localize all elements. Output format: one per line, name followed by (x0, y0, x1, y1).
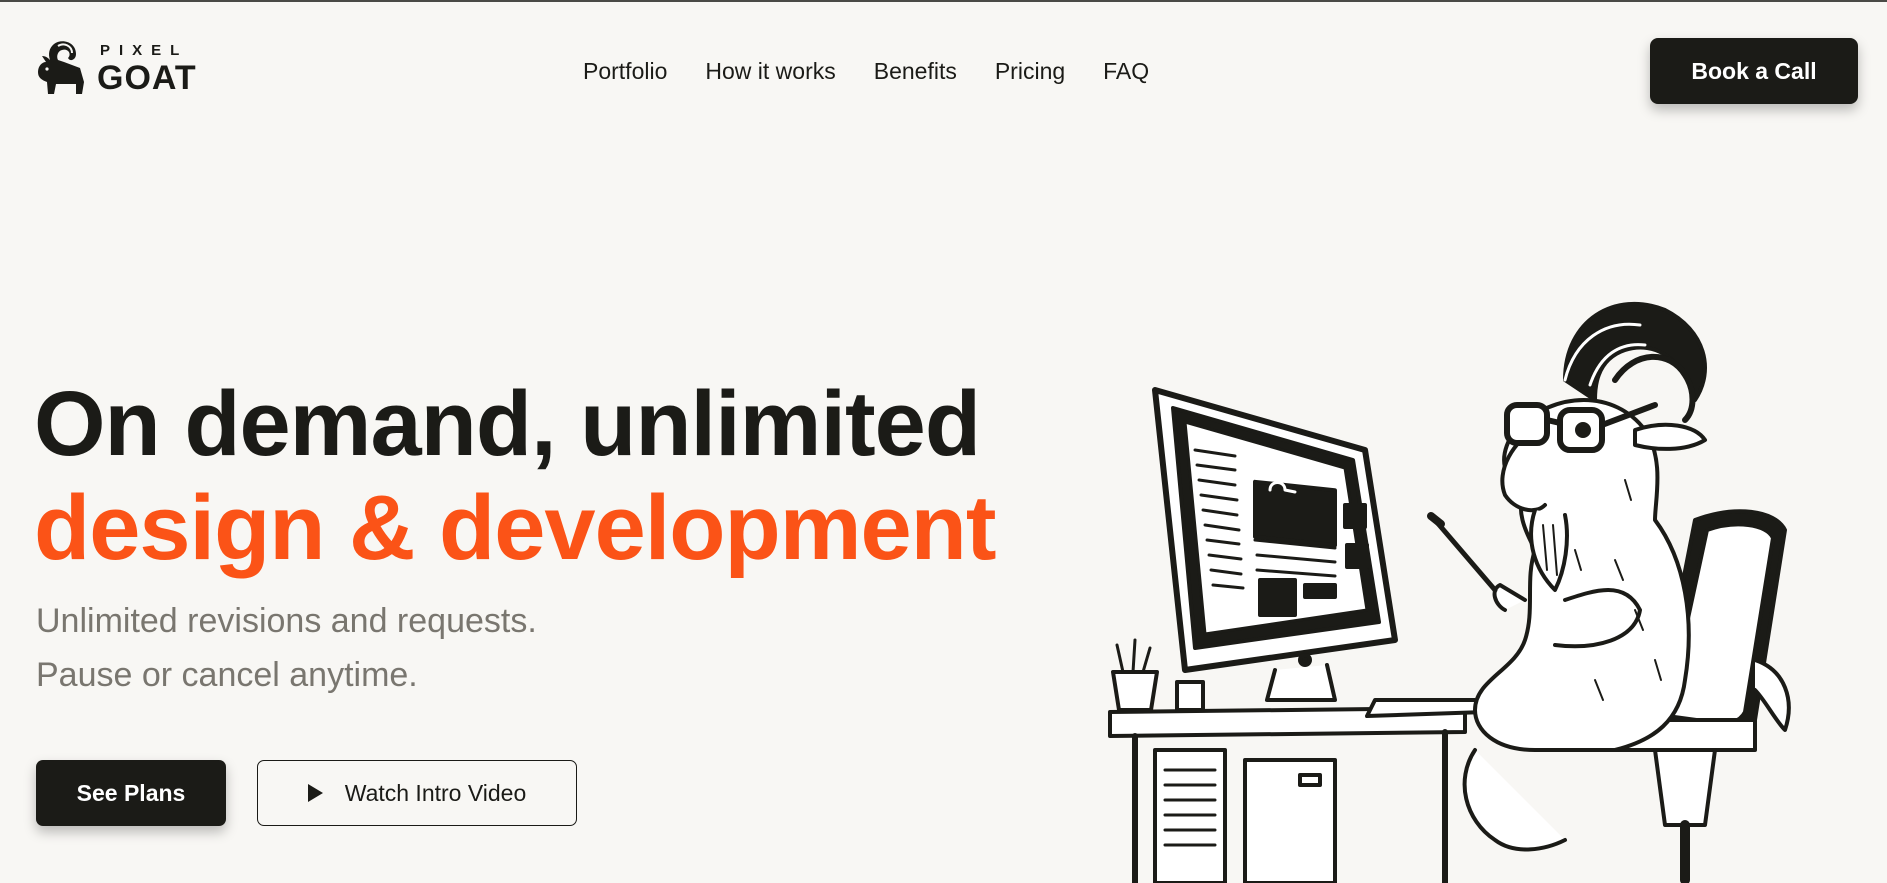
see-plans-button[interactable]: See Plans (36, 760, 226, 826)
hero-subtitle-line2: Pause or cancel anytime. (36, 656, 418, 694)
play-icon (307, 784, 323, 802)
watch-intro-video-label: Watch Intro Video (344, 779, 527, 806)
nav-benefits[interactable]: Benefits (874, 56, 957, 86)
logo-text-top: PIXEL (100, 42, 189, 59)
nav-faq[interactable]: FAQ (1103, 56, 1149, 86)
logo[interactable]: PIXEL GOAT (34, 38, 204, 98)
main-nav: Portfolio How it works Benefits Pricing … (583, 56, 1149, 86)
hero-subtitle: Unlimited revisions and requests. Pause … (36, 594, 537, 702)
nav-portfolio[interactable]: Portfolio (583, 56, 667, 86)
hero-title-line1: On demand, unlimited (34, 373, 981, 475)
hero-title-line2: design & development (34, 477, 996, 579)
goat-head-icon (38, 41, 84, 94)
logo-text-bottom: GOAT (97, 59, 197, 97)
hero-subtitle-line1: Unlimited revisions and requests. (36, 602, 537, 640)
watch-intro-video-button[interactable]: Watch Intro Video (257, 760, 577, 826)
goat-at-computer-illustration (1108, 301, 1791, 883)
book-a-call-button[interactable]: Book a Call (1650, 38, 1858, 104)
nav-pricing[interactable]: Pricing (995, 56, 1065, 86)
nav-how-it-works[interactable]: How it works (705, 56, 835, 86)
top-border (0, 0, 1887, 2)
hero-title: On demand, unlimited design & developmen… (34, 372, 996, 580)
